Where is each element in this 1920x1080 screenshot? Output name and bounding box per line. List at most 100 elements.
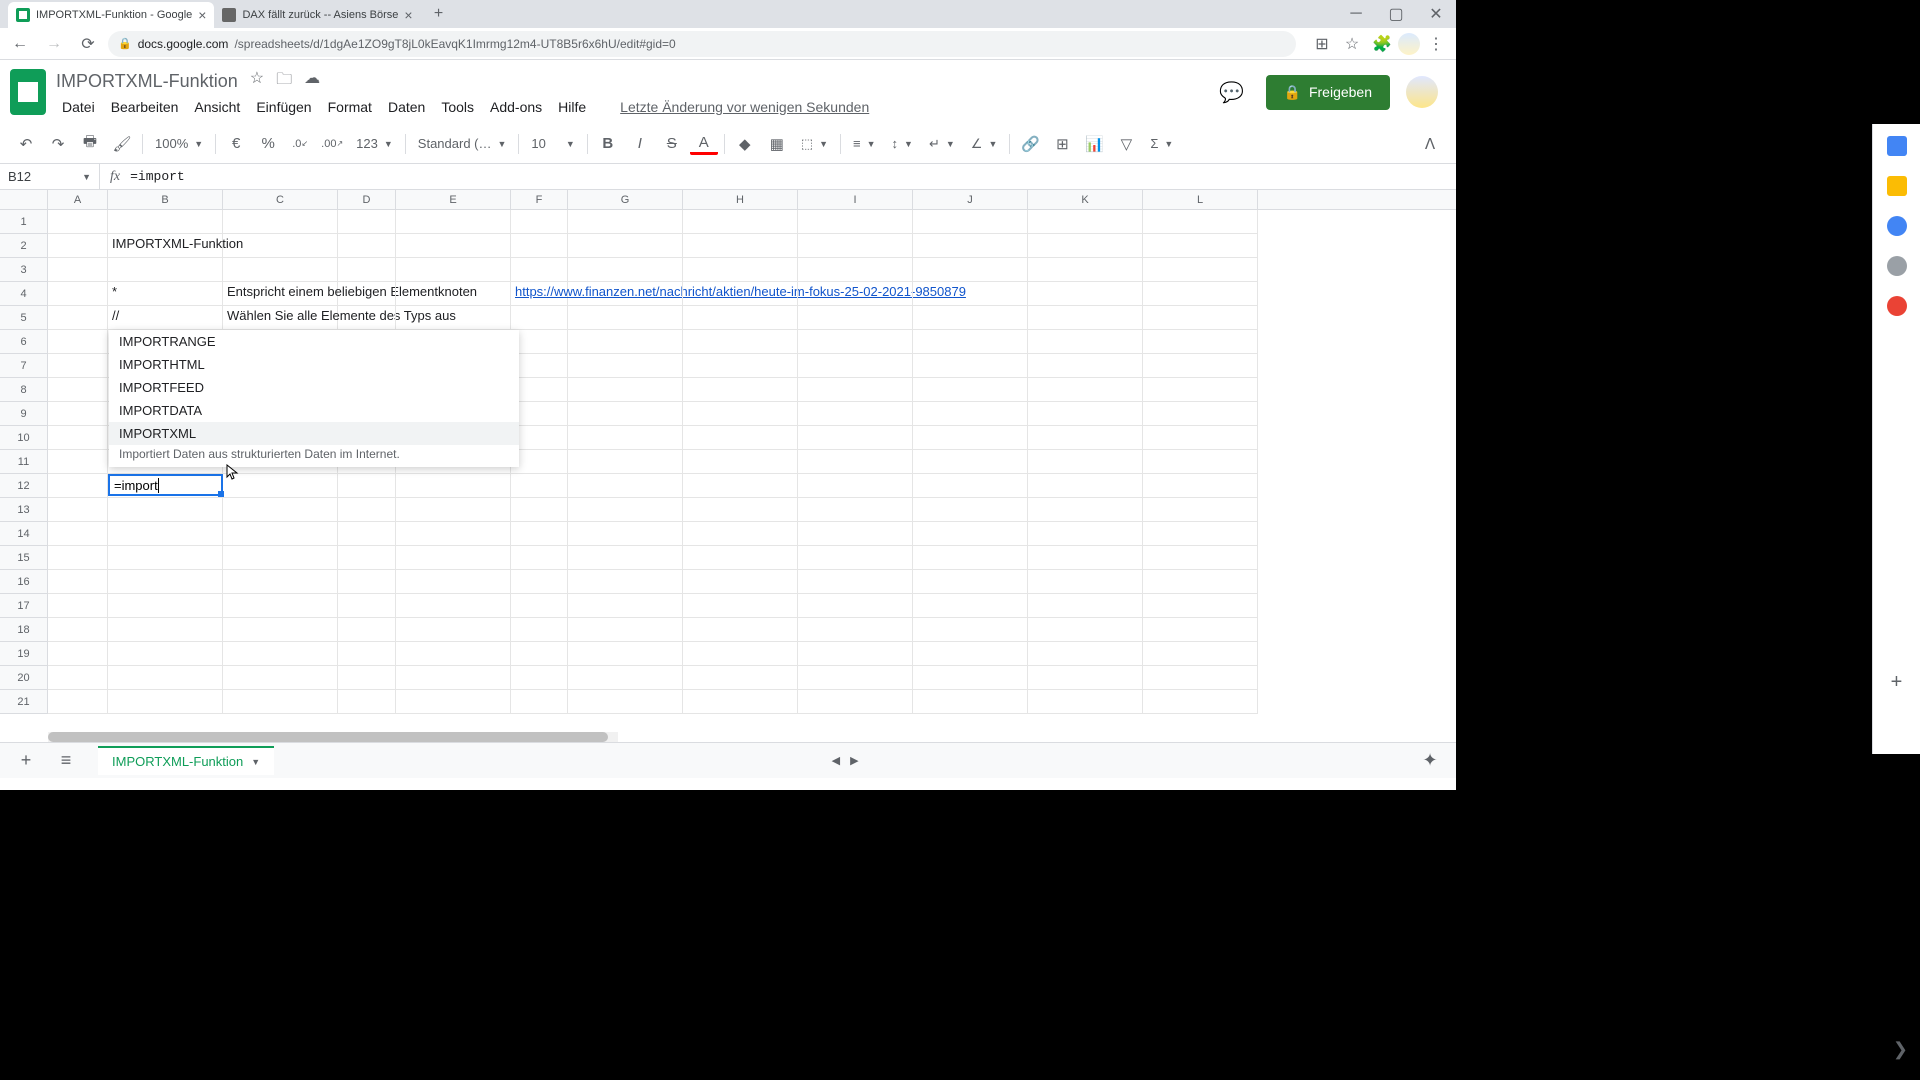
close-icon[interactable]: ×: [404, 7, 412, 23]
cell[interactable]: [913, 546, 1028, 570]
cell[interactable]: [223, 594, 338, 618]
col-header[interactable]: B: [108, 190, 223, 209]
cell[interactable]: [568, 210, 683, 234]
chart-button[interactable]: 📊: [1080, 130, 1108, 158]
cell[interactable]: [913, 594, 1028, 618]
cell[interactable]: [511, 666, 568, 690]
increase-decimal-button[interactable]: .00↗: [318, 130, 346, 158]
cell[interactable]: [568, 306, 683, 330]
cell[interactable]: [108, 498, 223, 522]
chevron-down-icon[interactable]: ▼: [251, 757, 260, 767]
row-header[interactable]: 8: [0, 378, 47, 402]
cell[interactable]: [798, 474, 913, 498]
cell[interactable]: [1143, 234, 1258, 258]
cell[interactable]: [338, 522, 396, 546]
cell[interactable]: [798, 690, 913, 714]
last-edit-link[interactable]: Letzte Änderung vor wenigen Sekunden: [614, 97, 875, 117]
cell[interactable]: [1028, 378, 1143, 402]
cell[interactable]: [568, 258, 683, 282]
cell[interactable]: [338, 234, 396, 258]
cell[interactable]: [1028, 642, 1143, 666]
cell[interactable]: [1028, 570, 1143, 594]
minimize-button[interactable]: ─: [1336, 0, 1376, 28]
row-header[interactable]: 9: [0, 402, 47, 426]
cell[interactable]: [798, 498, 913, 522]
browser-tab-active[interactable]: IMPORTXML-Funktion - Google ×: [8, 2, 214, 28]
cell[interactable]: [1143, 522, 1258, 546]
cell[interactable]: [1143, 258, 1258, 282]
cell[interactable]: [338, 258, 396, 282]
cell[interactable]: [511, 642, 568, 666]
row-header[interactable]: 21: [0, 690, 47, 714]
italic-button[interactable]: I: [626, 130, 654, 158]
row-header[interactable]: 20: [0, 666, 47, 690]
cell[interactable]: [223, 546, 338, 570]
back-button[interactable]: ←: [6, 30, 34, 58]
cell[interactable]: [568, 282, 683, 306]
new-tab-button[interactable]: +: [427, 2, 451, 26]
cloud-icon[interactable]: ☁: [304, 68, 320, 95]
cell[interactable]: [338, 594, 396, 618]
cell[interactable]: [48, 234, 108, 258]
cell[interactable]: [1143, 594, 1258, 618]
cell[interactable]: [1143, 306, 1258, 330]
cell[interactable]: [338, 306, 396, 330]
comment-button[interactable]: ⊞: [1048, 130, 1076, 158]
cell[interactable]: [511, 522, 568, 546]
user-avatar[interactable]: [1406, 76, 1438, 108]
cell[interactable]: [396, 258, 511, 282]
cell[interactable]: [568, 330, 683, 354]
cell[interactable]: [683, 306, 798, 330]
cell[interactable]: [48, 330, 108, 354]
cell[interactable]: [683, 570, 798, 594]
cell[interactable]: [223, 474, 338, 498]
row-header[interactable]: 16: [0, 570, 47, 594]
cell[interactable]: [48, 426, 108, 450]
borders-button[interactable]: ▦: [763, 130, 791, 158]
cell[interactable]: [48, 570, 108, 594]
sheet-tab-active[interactable]: IMPORTXML-Funktion ▼: [98, 746, 274, 775]
move-icon[interactable]: 🗀: [276, 68, 292, 95]
cell[interactable]: [396, 282, 511, 306]
row-header[interactable]: 14: [0, 522, 47, 546]
cell[interactable]: [511, 306, 568, 330]
cell[interactable]: [48, 474, 108, 498]
cell[interactable]: [511, 618, 568, 642]
cell[interactable]: [798, 306, 913, 330]
col-header[interactable]: K: [1028, 190, 1143, 209]
row-header[interactable]: 15: [0, 546, 47, 570]
cell[interactable]: [1028, 306, 1143, 330]
cell[interactable]: [568, 378, 683, 402]
cell[interactable]: [396, 570, 511, 594]
cell[interactable]: [1028, 354, 1143, 378]
cell[interactable]: [913, 282, 1028, 306]
col-header[interactable]: L: [1143, 190, 1258, 209]
cell[interactable]: [511, 546, 568, 570]
cell[interactable]: [338, 618, 396, 642]
percent-button[interactable]: %: [254, 130, 282, 158]
col-header[interactable]: G: [568, 190, 683, 209]
extension-icon[interactable]: 🧩: [1368, 30, 1396, 58]
cell[interactable]: [913, 618, 1028, 642]
cell[interactable]: [1028, 282, 1143, 306]
cell[interactable]: [913, 234, 1028, 258]
reload-button[interactable]: ⟳: [74, 30, 102, 58]
menu-datei[interactable]: Datei: [56, 97, 101, 117]
cell[interactable]: [396, 594, 511, 618]
forward-button[interactable]: →: [40, 30, 68, 58]
link-button[interactable]: 🔗: [1016, 130, 1044, 158]
cell[interactable]: IMPORTXML-Funktion: [108, 234, 223, 258]
autocomplete-item[interactable]: IMPORTFEED: [109, 376, 519, 399]
cell[interactable]: [511, 330, 568, 354]
cell[interactable]: [798, 234, 913, 258]
browser-tab[interactable]: DAX fällt zurück -- Asiens Börse ×: [214, 2, 420, 28]
cell[interactable]: [683, 618, 798, 642]
cell[interactable]: [1028, 402, 1143, 426]
cell[interactable]: [48, 498, 108, 522]
formula-input[interactable]: =import: [130, 169, 185, 184]
close-window-button[interactable]: ✕: [1416, 0, 1456, 28]
cell[interactable]: [1143, 210, 1258, 234]
cell[interactable]: [511, 234, 568, 258]
row-header[interactable]: 4: [0, 282, 47, 306]
cell[interactable]: [798, 618, 913, 642]
